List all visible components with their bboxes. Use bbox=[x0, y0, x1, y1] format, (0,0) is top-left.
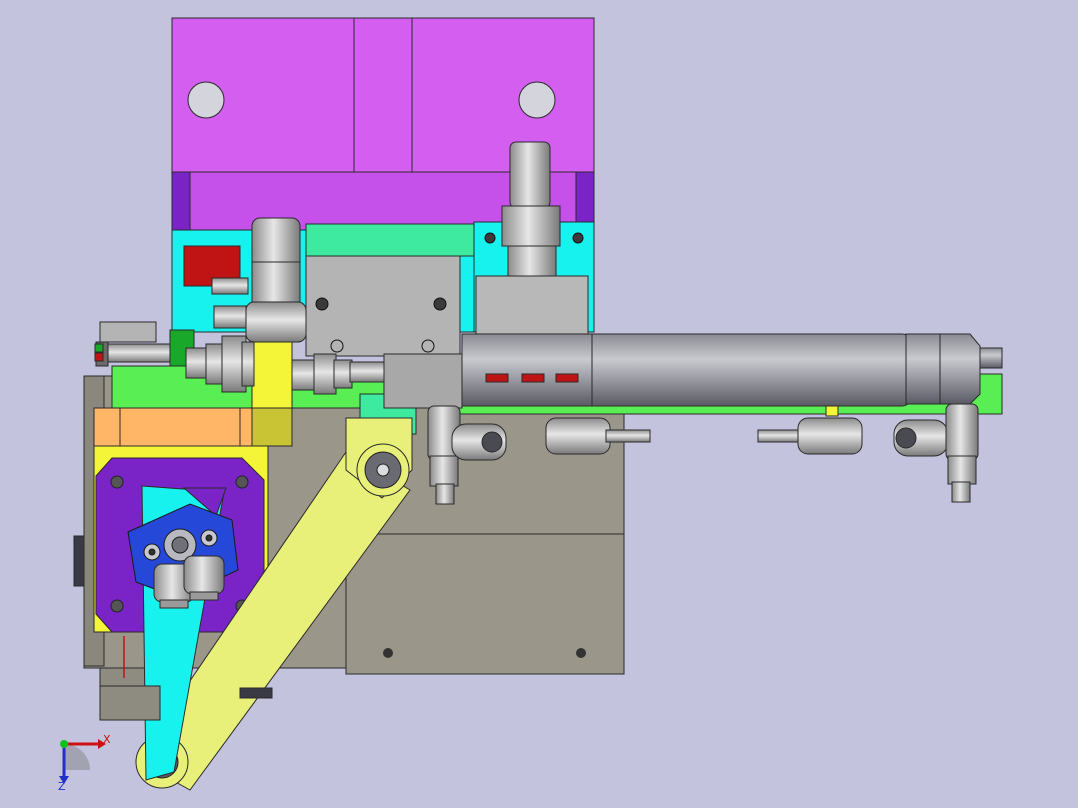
axis-z-label: Z bbox=[58, 780, 66, 793]
orange-block bbox=[93, 407, 267, 451]
axis-triad bbox=[59, 739, 106, 784]
cad-drawing: X Z bbox=[58, 17, 1003, 793]
pneumatic-cylinder bbox=[461, 333, 1003, 407]
cad-viewport[interactable]: X Z bbox=[0, 0, 1078, 808]
yellow-block bbox=[251, 339, 293, 447]
hub-fittings bbox=[153, 555, 225, 609]
axis-x-label: X bbox=[103, 733, 111, 746]
